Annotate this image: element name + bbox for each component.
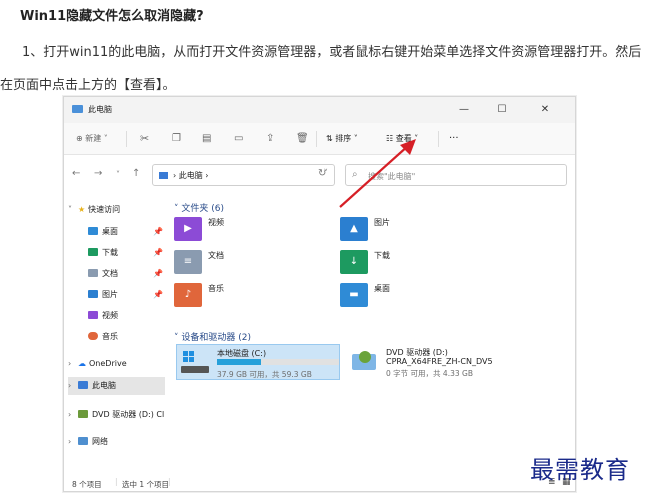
watermark: 最需教育	[530, 456, 630, 484]
article-title: Win11隐藏文件怎么取消隐藏?	[20, 9, 204, 24]
arrow-line	[339, 144, 410, 208]
arrow-head	[400, 139, 416, 155]
red-arrow-annotation	[339, 139, 416, 208]
article: Win11隐藏文件怎么取消隐藏? 1、打开win11的此电脑，从而打开文件资源管…	[0, 0, 654, 495]
explorer-screenshot: 此电脑 — ☐ ✕ ⊕ 新建 ˅ ✂ ❐ ▤ ▭ ⇪ 🗑 ⇅ 排序 ˅ ☷ 查看…	[63, 96, 576, 492]
article-step-1: 1、打开win11的此电脑，从而打开文件资源管理器，或者鼠标右键开始菜单选择文件…	[0, 45, 642, 93]
